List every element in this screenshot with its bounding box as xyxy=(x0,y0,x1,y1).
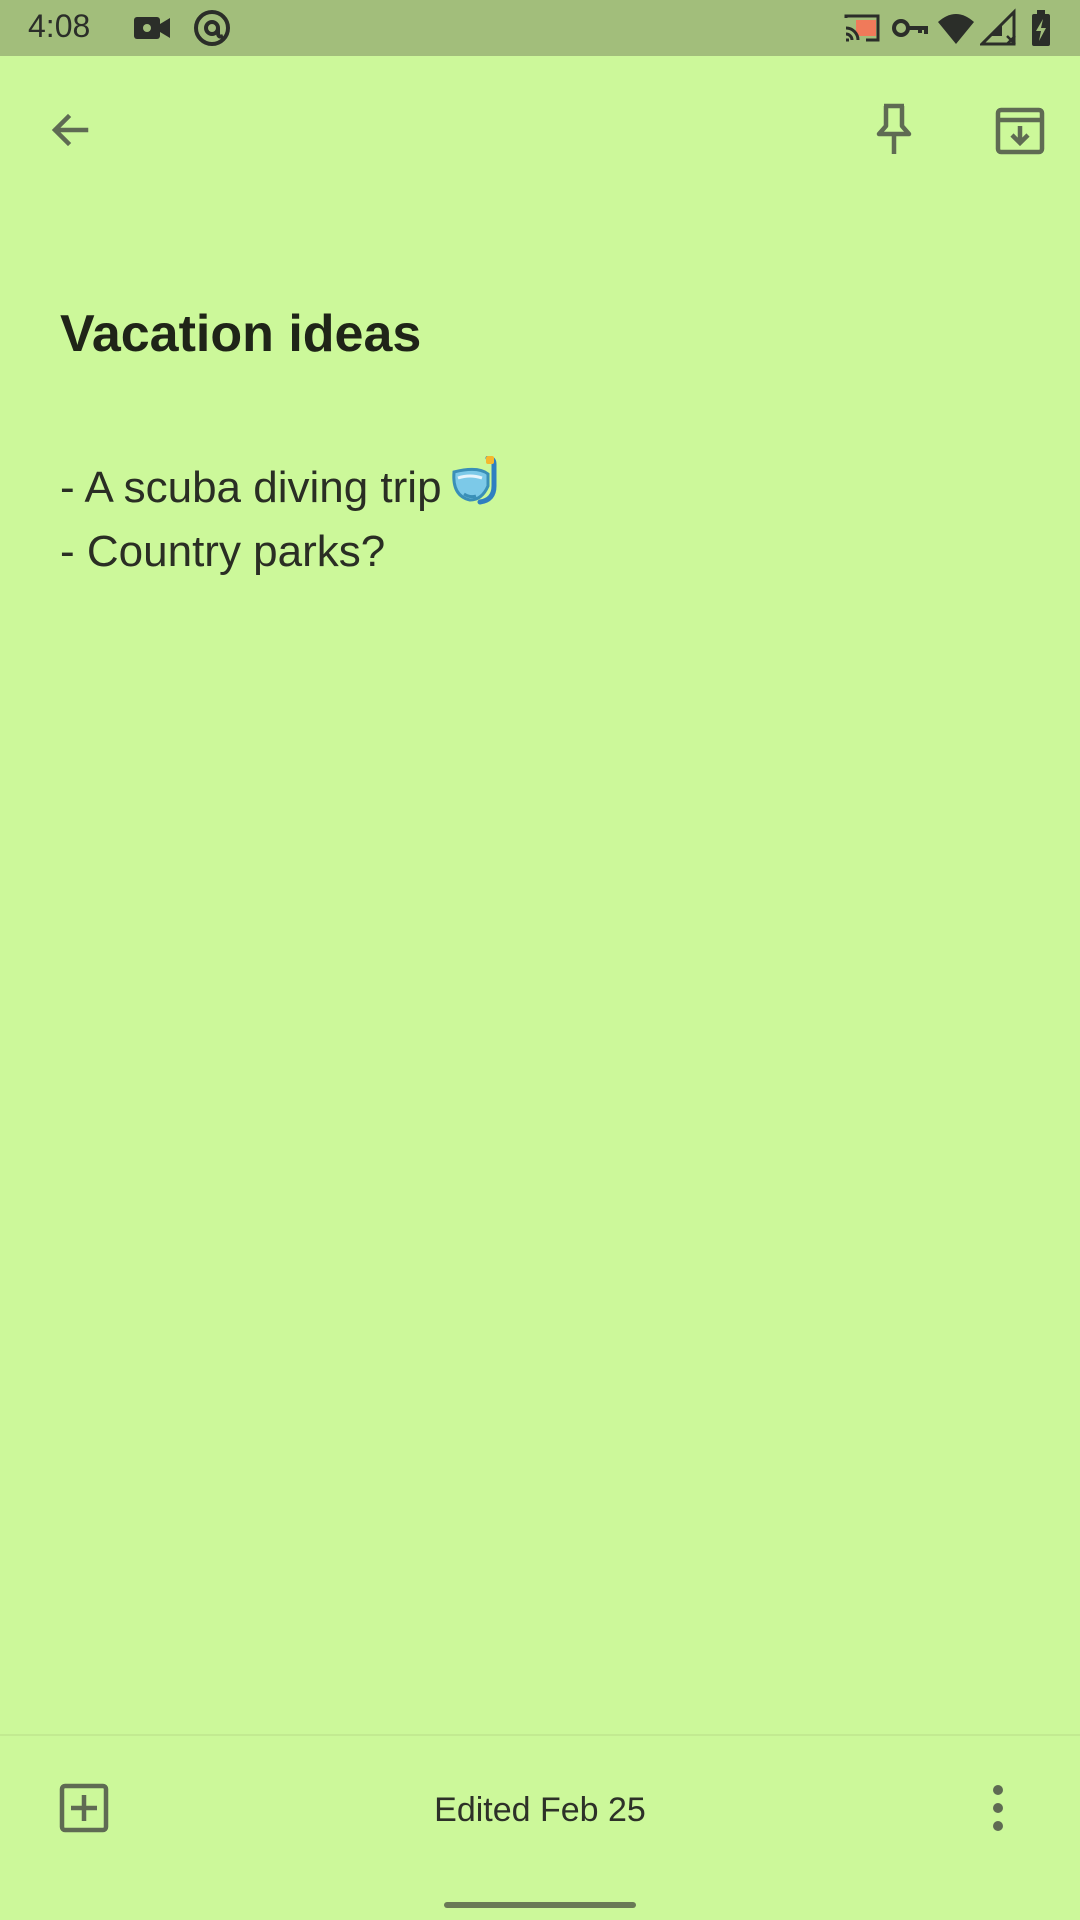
status-time: 4:08 xyxy=(28,8,91,44)
wifi-icon xyxy=(936,8,976,48)
pin-icon xyxy=(870,102,918,163)
note-line: - Country parks? xyxy=(60,520,1020,584)
note-line-text: - Country parks? xyxy=(60,527,386,576)
arrow-left-icon xyxy=(46,106,94,159)
note-line: - A scuba diving trip xyxy=(60,455,1020,520)
archive-icon xyxy=(994,104,1046,161)
edited-timestamp: Edited Feb 25 xyxy=(434,1791,646,1829)
add-content-button[interactable] xyxy=(36,1762,132,1858)
note-title[interactable]: Vacation ideas xyxy=(60,298,1020,370)
cellular-signal-icon xyxy=(978,8,1020,48)
pin-button[interactable] xyxy=(846,84,942,180)
note-body[interactable]: - A scuba diving trip - Country parks? xyxy=(60,455,1020,584)
video-camera-icon xyxy=(132,8,172,48)
add-box-icon xyxy=(58,1782,110,1839)
more-options-button[interactable] xyxy=(950,1762,1046,1858)
bottom-divider xyxy=(0,1734,1080,1736)
more-vertical-icon xyxy=(990,1784,1006,1837)
status-bar: 4:08 xyxy=(0,0,1080,56)
note-line-text: - A scuba diving trip xyxy=(60,463,442,512)
back-button[interactable] xyxy=(22,84,118,180)
diving-mask-icon xyxy=(448,455,502,510)
at-sign-icon xyxy=(192,8,232,48)
vpn-key-icon xyxy=(890,8,930,48)
cast-icon xyxy=(842,8,882,48)
battery-charging-icon xyxy=(1024,8,1064,48)
archive-button[interactable] xyxy=(972,84,1068,180)
home-indicator[interactable] xyxy=(444,1902,636,1908)
